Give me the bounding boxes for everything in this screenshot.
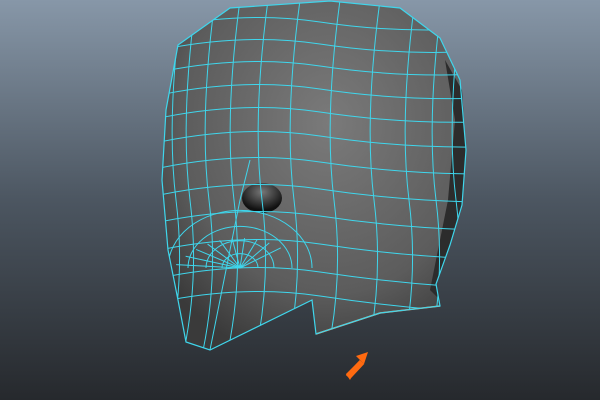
head-mesh[interactable] bbox=[150, 0, 480, 360]
mesh-surface bbox=[162, 1, 466, 350]
3d-viewport[interactable] bbox=[0, 0, 600, 400]
viewport-canvas[interactable] bbox=[0, 0, 600, 400]
